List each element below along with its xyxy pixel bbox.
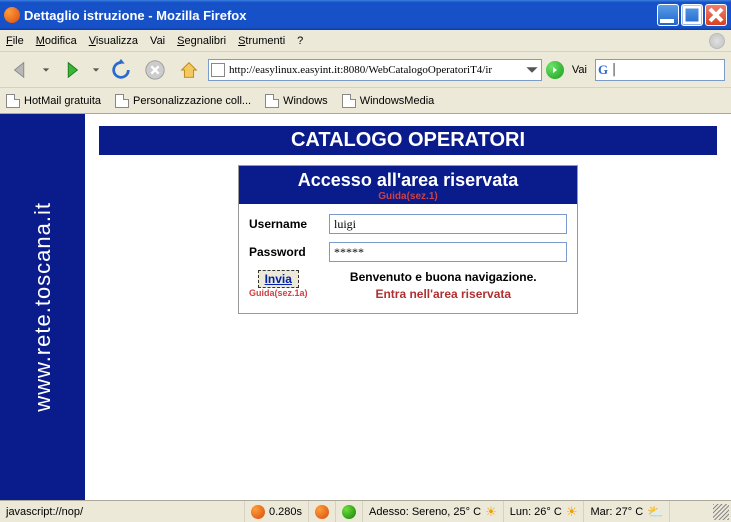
page-icon	[6, 94, 20, 108]
menu-help[interactable]: ?	[297, 35, 303, 47]
activity-throbber-icon	[709, 33, 725, 49]
bookmark-windows[interactable]: Windows	[265, 94, 328, 108]
bookmark-hotmail[interactable]: HotMail gratuita	[6, 94, 101, 108]
sidebar-url-text: www.rete.toscana.it	[30, 202, 56, 412]
bookmark-label: WindowsMedia	[360, 95, 435, 107]
window-titlebar: Dettaglio istruzione - Mozilla Firefox	[0, 0, 731, 30]
enter-reserved-link[interactable]: Entra nell'area riservata	[320, 287, 567, 301]
status-firefox[interactable]: 0.280s	[245, 501, 309, 522]
window-close-button[interactable]	[705, 4, 727, 26]
forward-history-dropdown[interactable]	[90, 66, 102, 74]
page-icon	[342, 94, 356, 108]
home-button[interactable]	[174, 56, 204, 84]
search-box[interactable]: G │	[595, 59, 725, 81]
menu-bar: File Modifica Visualizza Vai Segnalibri …	[0, 30, 731, 52]
submit-button[interactable]: Invia	[258, 270, 299, 288]
search-caret: │	[611, 64, 618, 76]
google-icon: G	[598, 62, 608, 78]
bookmark-windowsmedia[interactable]: WindowsMedia	[342, 94, 435, 108]
left-sidebar: www.rete.toscana.it	[0, 114, 85, 500]
status-extension-2[interactable]	[336, 501, 363, 522]
green-dot-icon	[342, 505, 356, 519]
login-header: Accesso all'area riservata Guida(sez.1)	[239, 166, 577, 204]
window-minimize-button[interactable]	[657, 4, 679, 26]
url-history-dropdown[interactable]	[525, 63, 539, 77]
resize-grip[interactable]	[713, 504, 729, 520]
menu-visualizza[interactable]: Visualizza	[89, 35, 138, 47]
page-banner: CATALOGO OPERATORI	[99, 126, 717, 155]
weather-now[interactable]: Adesso: Sereno, 25° C ☀	[363, 501, 504, 522]
main-area: CATALOGO OPERATORI Accesso all'area rise…	[85, 114, 731, 500]
firefox-icon	[315, 505, 329, 519]
status-extension-1[interactable]	[309, 501, 336, 522]
status-bar: javascript://nop/ 0.280s Adesso: Sereno,…	[0, 500, 731, 522]
menu-file[interactable]: File	[6, 35, 24, 47]
partly-cloudy-icon: ⛅	[647, 504, 663, 520]
page-icon	[211, 63, 225, 77]
weather-mon[interactable]: Lun: 26° C ☀	[504, 501, 585, 522]
page-content: www.rete.toscana.it CATALOGO OPERATORI A…	[0, 114, 731, 500]
forward-button[interactable]	[56, 56, 86, 84]
menu-segnalibri[interactable]: Segnalibri	[177, 35, 226, 47]
stop-button[interactable]	[140, 56, 170, 84]
login-title: Accesso all'area riservata	[239, 170, 577, 191]
password-label: Password	[249, 245, 329, 259]
status-message: javascript://nop/	[0, 501, 245, 522]
back-history-dropdown[interactable]	[40, 66, 52, 74]
page-icon	[265, 94, 279, 108]
password-input[interactable]	[329, 242, 567, 262]
bookmark-label: Windows	[283, 95, 328, 107]
reload-button[interactable]	[106, 56, 136, 84]
load-time: 0.280s	[269, 506, 302, 518]
page-icon	[115, 94, 129, 108]
login-panel: Accesso all'area riservata Guida(sez.1) …	[238, 165, 578, 314]
firefox-icon	[4, 7, 20, 23]
bookmark-label: Personalizzazione coll...	[133, 95, 251, 107]
window-maximize-button[interactable]	[681, 4, 703, 26]
login-guide-link[interactable]: Guida(sez.1)	[239, 191, 577, 202]
weather-tue[interactable]: Mar: 27° C ⛅	[584, 501, 670, 522]
window-title: Dettaglio istruzione - Mozilla Firefox	[24, 8, 657, 23]
submit-guide-link[interactable]: Guida(sez.1a)	[249, 288, 308, 298]
bookmark-personalizzazione[interactable]: Personalizzazione coll...	[115, 94, 251, 108]
url-input[interactable]	[229, 64, 521, 76]
address-bar[interactable]	[208, 59, 542, 81]
menu-modifica[interactable]: Modifica	[36, 35, 77, 47]
go-label: Vai	[572, 64, 587, 76]
sun-icon: ☀	[566, 504, 578, 520]
sun-icon: ☀	[485, 504, 497, 520]
welcome-text: Benvenuto e buona navigazione.	[320, 270, 567, 284]
menu-vai[interactable]: Vai	[150, 35, 165, 47]
bookmark-label: HotMail gratuita	[24, 95, 101, 107]
username-input[interactable]	[329, 214, 567, 234]
username-label: Username	[249, 217, 329, 231]
menu-strumenti[interactable]: Strumenti	[238, 35, 285, 47]
navigation-toolbar: Vai G │	[0, 52, 731, 88]
bookmarks-toolbar: HotMail gratuita Personalizzazione coll.…	[0, 88, 731, 114]
go-button[interactable]	[546, 61, 564, 79]
back-button[interactable]	[6, 56, 36, 84]
firefox-icon	[251, 505, 265, 519]
